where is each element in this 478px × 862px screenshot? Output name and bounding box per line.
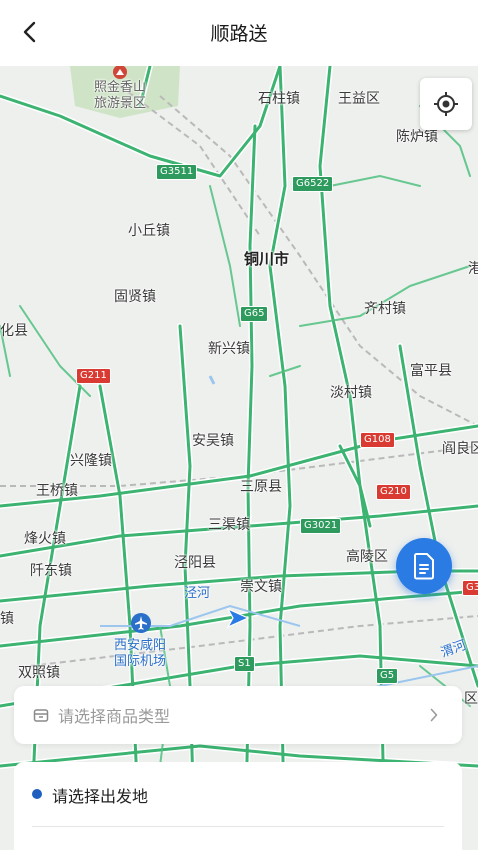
document-icon bbox=[414, 553, 434, 580]
place-chongwen[interactable]: 崇文镇 bbox=[240, 576, 282, 596]
place-fenghuo[interactable]: 烽火镇 bbox=[24, 528, 66, 548]
divider bbox=[32, 826, 444, 827]
place-dancun[interactable]: 淡村镇 bbox=[330, 382, 372, 402]
road-shield: G210 bbox=[376, 484, 411, 500]
place-sanyuan[interactable]: 三原县 bbox=[240, 476, 282, 496]
goods-type-placeholder: 请选择商品类型 bbox=[58, 707, 171, 726]
place-xinxing[interactable]: 新兴镇 bbox=[208, 338, 250, 358]
river-jinghe: 泾河 bbox=[184, 586, 211, 601]
page-title: 顺路送 bbox=[210, 23, 268, 45]
place-anwu[interactable]: 安吴镇 bbox=[192, 430, 234, 450]
place-sanqu[interactable]: 三渠镇 bbox=[208, 514, 250, 534]
road-shield: G65 bbox=[240, 306, 269, 322]
poi-zhaojin-scenic[interactable]: 照金香山 旅游景区 bbox=[94, 80, 146, 112]
road-shield: G108 bbox=[360, 432, 395, 448]
place-shizhu[interactable]: 石柱镇 bbox=[258, 88, 300, 108]
place-yanliang[interactable]: 阎良区 bbox=[442, 438, 478, 458]
place-fuping[interactable]: 富平县 bbox=[410, 360, 452, 380]
route-card: 请选择出发地 bbox=[14, 762, 462, 862]
place-wangyi[interactable]: 王益区 bbox=[338, 88, 380, 108]
package-icon bbox=[32, 706, 50, 724]
origin-dot-icon bbox=[32, 789, 42, 799]
current-location-arrow-icon bbox=[226, 607, 250, 629]
road-shield: G5 bbox=[376, 668, 399, 684]
place-xinglong[interactable]: 兴隆镇 bbox=[70, 450, 112, 470]
app-header: 顺路送 bbox=[0, 0, 478, 66]
place-tongchuan[interactable]: 铜川市 bbox=[244, 248, 289, 269]
locate-me-button[interactable] bbox=[420, 78, 472, 130]
airport-icon bbox=[131, 613, 151, 633]
place-guxian[interactable]: 固贤镇 bbox=[114, 286, 156, 306]
road-shield: G3 bbox=[462, 580, 478, 596]
goods-type-selector[interactable]: 请选择商品类型 bbox=[14, 686, 462, 744]
crosshair-icon bbox=[434, 92, 458, 116]
place-shuangzhao[interactable]: 双照镇 bbox=[18, 662, 60, 682]
place-jingyang[interactable]: 泾阳县 bbox=[174, 552, 216, 572]
place-zhen-partial[interactable]: 镇 bbox=[0, 608, 14, 628]
place-district-partial[interactable]: 区 bbox=[464, 688, 478, 708]
road-shield: G6522 bbox=[292, 176, 334, 192]
road-shield: G3511 bbox=[156, 164, 198, 180]
road-shield: S1 bbox=[234, 656, 255, 672]
place-wangqiao[interactable]: 王桥镇 bbox=[36, 480, 78, 500]
place-xiaoqiu[interactable]: 小丘镇 bbox=[128, 220, 170, 240]
place-chunhua-partial[interactable]: 化县 bbox=[0, 320, 28, 340]
road-shield: G3021 bbox=[300, 518, 342, 534]
road-shield: G211 bbox=[76, 368, 111, 384]
origin-input[interactable]: 请选择出发地 bbox=[52, 783, 148, 807]
place-gaoling[interactable]: 高陵区 bbox=[346, 546, 388, 566]
place-partial-right[interactable]: 港 bbox=[468, 258, 478, 278]
scenic-area-icon bbox=[113, 66, 127, 79]
chevron-right-icon bbox=[430, 708, 444, 722]
place-qiandong[interactable]: 阡东镇 bbox=[30, 560, 72, 580]
place-qicun[interactable]: 齐村镇 bbox=[364, 298, 406, 318]
poi-xianyang-airport[interactable]: 西安咸阳 国际机场 bbox=[114, 638, 166, 670]
order-list-button[interactable] bbox=[396, 538, 452, 594]
